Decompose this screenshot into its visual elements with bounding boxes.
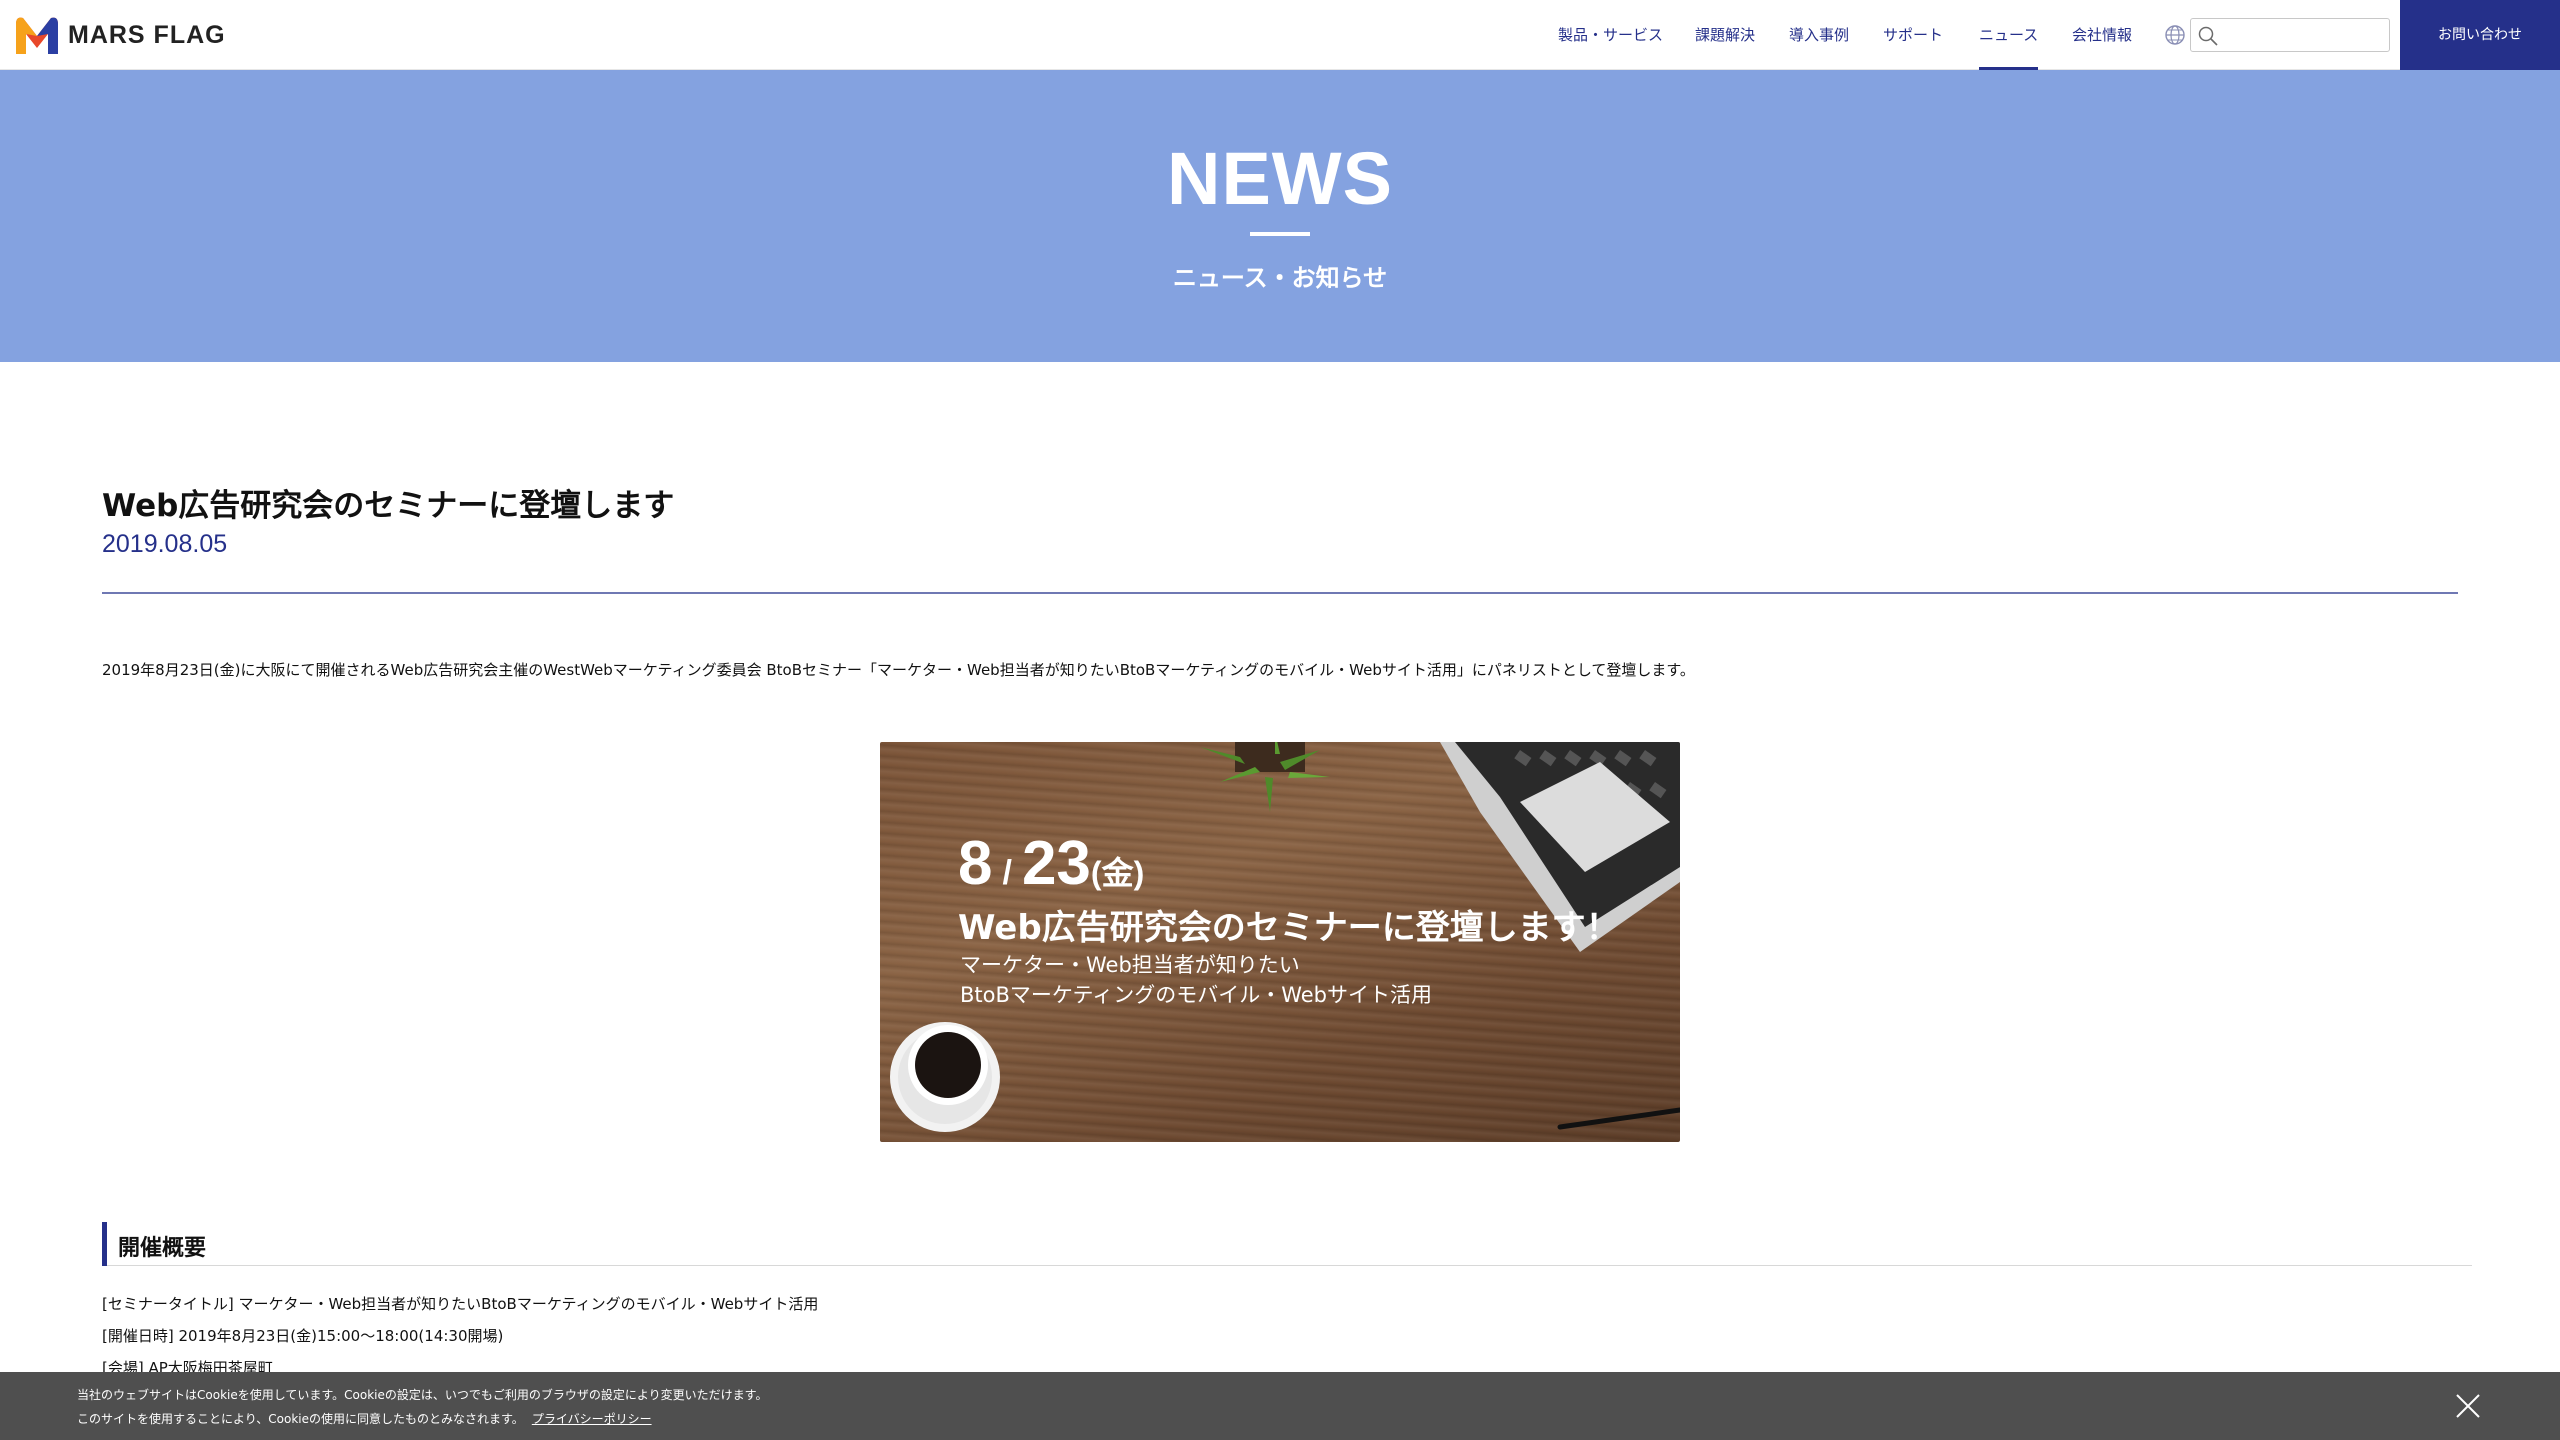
banner-date: 8/23(金) (958, 828, 1144, 899)
banner-headline: Web広告研究会のセミナーに登壇します！ (958, 908, 1620, 948)
close-icon[interactable] (2454, 1392, 2482, 1420)
nav-item-news[interactable]: ニュース (1979, 0, 2039, 70)
search-icon[interactable] (2197, 25, 2219, 47)
section-heading-bar (102, 1222, 107, 1266)
nav-item-products[interactable]: 製品・サービス (1558, 0, 1663, 70)
banner-day: 23 (1021, 829, 1091, 898)
nav-item-solutions[interactable]: 課題解決 (1695, 0, 1755, 70)
hero-subtitle: ニュース・お知らせ (1172, 264, 1388, 292)
cookie-notice-line-1: 当社のウェブサイトはCookieを使用しています。Cookieの設定は、いつでも… (77, 1388, 768, 1402)
detail-seminar-title: [セミナータイトル] マーケター・Web担当者が知りたいBtoBマーケティングの… (102, 1295, 819, 1313)
plant-icon (1200, 742, 1330, 812)
site-logo[interactable]: MARS FLAG (14, 14, 226, 56)
search-input[interactable] (2225, 22, 2385, 48)
cookie-banner: 当社のウェブサイトはCookieを使用しています。Cookieの設定は、いつでも… (0, 1372, 2560, 1440)
section-heading: 開催概要 (102, 1222, 2472, 1266)
banner-month: 8 (958, 829, 993, 898)
privacy-policy-link[interactable]: プライバシーポリシー (532, 1412, 652, 1426)
article-title: Web広告研究会のセミナーに登壇します (102, 488, 675, 524)
detail-date-time: [開催日時] 2019年8月23日(金)15:00〜18:00(14:30開場) (102, 1327, 504, 1345)
banner-line-2: BtoBマーケティングのモバイル・Webサイト活用 (960, 983, 1432, 1007)
banner-day-of-week: (金) (1090, 855, 1145, 891)
article-date: 2019.08.05 (102, 530, 228, 558)
cookie-notice-text: このサイトを使用することにより、Cookieの使用に同意したものとみなされます。 (77, 1412, 524, 1426)
contact-button[interactable]: お問い合わせ (2400, 0, 2560, 70)
nav-item-support[interactable]: サポート (1883, 0, 1943, 70)
article-divider (102, 592, 2458, 594)
mars-flag-logo-icon (16, 17, 58, 55)
banner-slash: / (1002, 854, 1012, 892)
brand-name: MARS FLAG (68, 20, 226, 49)
section-heading-text: 開催概要 (118, 1236, 207, 1261)
hero-divider (1250, 232, 1310, 236)
hero-title: NEWS (1167, 137, 1393, 220)
cookie-notice-line-2: このサイトを使用することにより、Cookieの使用に同意したものとみなされます。… (77, 1410, 652, 1427)
banner-line-1: マーケター・Web担当者が知りたい (960, 953, 1300, 977)
article-lead: 2019年8月23日(金)に大阪にて開催されるWeb広告研究会主催のWestWe… (102, 661, 1695, 679)
search-box (2190, 18, 2390, 52)
coffee-cup-icon (890, 1022, 1000, 1132)
globe-icon[interactable] (2164, 24, 2186, 46)
seminar-banner-image: 8/23(金) Web広告研究会のセミナーに登壇します！ マーケター・Web担当… (880, 742, 1680, 1142)
nav-item-company[interactable]: 会社情報 (2072, 0, 2132, 70)
site-header: MARS FLAG 製品・サービス 課題解決 導入事例 サポート ニュース 会社… (0, 0, 2560, 70)
page-hero: NEWS ニュース・お知らせ (0, 70, 2560, 362)
pen-icon (1557, 1107, 1680, 1130)
nav-item-case-studies[interactable]: 導入事例 (1789, 0, 1849, 70)
